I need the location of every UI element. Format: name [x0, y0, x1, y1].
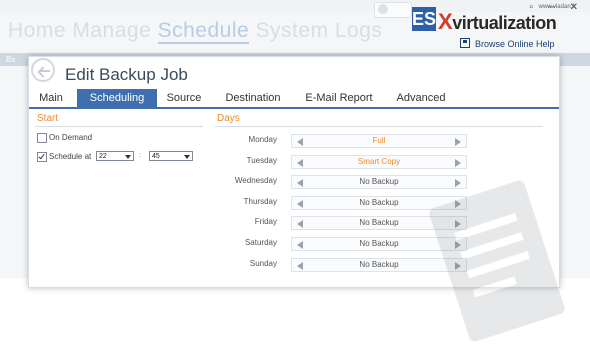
schedule-at-label: Schedule at	[49, 152, 92, 161]
document-watermark-icon	[429, 180, 565, 342]
logo-word: virtualization	[452, 13, 557, 33]
hour-select[interactable]: 22	[96, 151, 134, 161]
nav-schedule[interactable]: Schedule	[157, 19, 250, 44]
backup-type-spinner[interactable]: Full	[291, 134, 467, 148]
day-row-monday: Monday Full	[217, 134, 467, 148]
tab-email-report[interactable]: E-Mail Report	[299, 89, 379, 107]
logo-text: Xvirtualization	[438, 9, 557, 34]
start-divider	[35, 126, 203, 127]
dialog-title: Edit Backup Job	[65, 65, 188, 84]
time-separator: :	[139, 152, 141, 159]
on-demand-checkbox[interactable]	[37, 133, 47, 143]
tab-advanced[interactable]: Advanced	[391, 89, 451, 107]
days-section-header: Days	[217, 113, 240, 124]
minute-select[interactable]: 45	[149, 151, 193, 161]
day-name-label: Friday	[254, 217, 277, 227]
days-divider	[215, 126, 543, 127]
watermark-logo: ES Xvirtualization www.vladan.fr	[398, 3, 590, 34]
day-name-label: Monday	[248, 135, 277, 144]
on-demand-label: On Demand	[49, 133, 93, 142]
browse-help-link[interactable]: Browse Online Help	[460, 38, 555, 49]
app-nav: Home Manage Schedule System Logs	[8, 19, 383, 44]
day-row-tuesday: Tuesday Smart Copy	[217, 154, 467, 169]
back-arrow-icon[interactable]	[31, 58, 55, 82]
browse-help-label: Browse Online Help	[475, 39, 555, 49]
nav-system-logs[interactable]: System Logs	[256, 19, 383, 42]
tab-destination[interactable]: Destination	[218, 89, 288, 107]
minute-value: 45	[152, 153, 160, 160]
start-section-header: Start	[37, 113, 59, 124]
next-arrow-icon[interactable]	[455, 138, 461, 146]
backup-type-spinner[interactable]: No Backup	[291, 175, 467, 190]
tab-main[interactable]: Main	[29, 89, 73, 107]
backup-type-value: Full	[372, 136, 386, 145]
play-icon	[378, 4, 388, 14]
chevron-down-icon	[184, 155, 190, 159]
day-row-sunday: Sunday No Backup	[217, 257, 467, 272]
help-icon	[460, 38, 470, 48]
day-name-label: Sunday	[249, 258, 277, 268]
tab-source[interactable]: Source	[159, 89, 209, 107]
backup-type-value: Smart Copy	[357, 156, 401, 166]
hour-value: 22	[99, 153, 107, 160]
schedule-at-checkbox[interactable]	[37, 152, 47, 162]
chevron-down-icon	[125, 155, 131, 159]
logo-site: www.vladan.fr	[538, 4, 576, 10]
day-row-wednesday: Wednesday No Backup	[217, 175, 467, 190]
backup-type-spinner[interactable]: Smart Copy	[291, 154, 467, 169]
next-arrow-icon[interactable]	[455, 158, 461, 167]
day-name-label: Saturday	[244, 238, 277, 247]
nav-manage[interactable]: Manage	[72, 19, 151, 42]
backup-type-value: No Backup	[359, 177, 399, 187]
logo-es-mark: ES	[412, 7, 437, 31]
day-name-label: Tuesday	[246, 155, 277, 165]
tab-bar: Main Scheduling Source Destination E-Mai…	[29, 89, 559, 109]
day-name-label: Wednesday	[234, 176, 277, 186]
edit-backup-job-dialog: Edit Backup Job Main Scheduling Source D…	[28, 56, 565, 342]
next-arrow-icon[interactable]	[455, 179, 461, 188]
day-name-label: Thursday	[243, 196, 277, 206]
tab-scheduling[interactable]: Scheduling	[77, 89, 157, 107]
nav-home[interactable]: Home	[8, 19, 66, 42]
toolbar-strip-label: Bx	[6, 55, 16, 64]
